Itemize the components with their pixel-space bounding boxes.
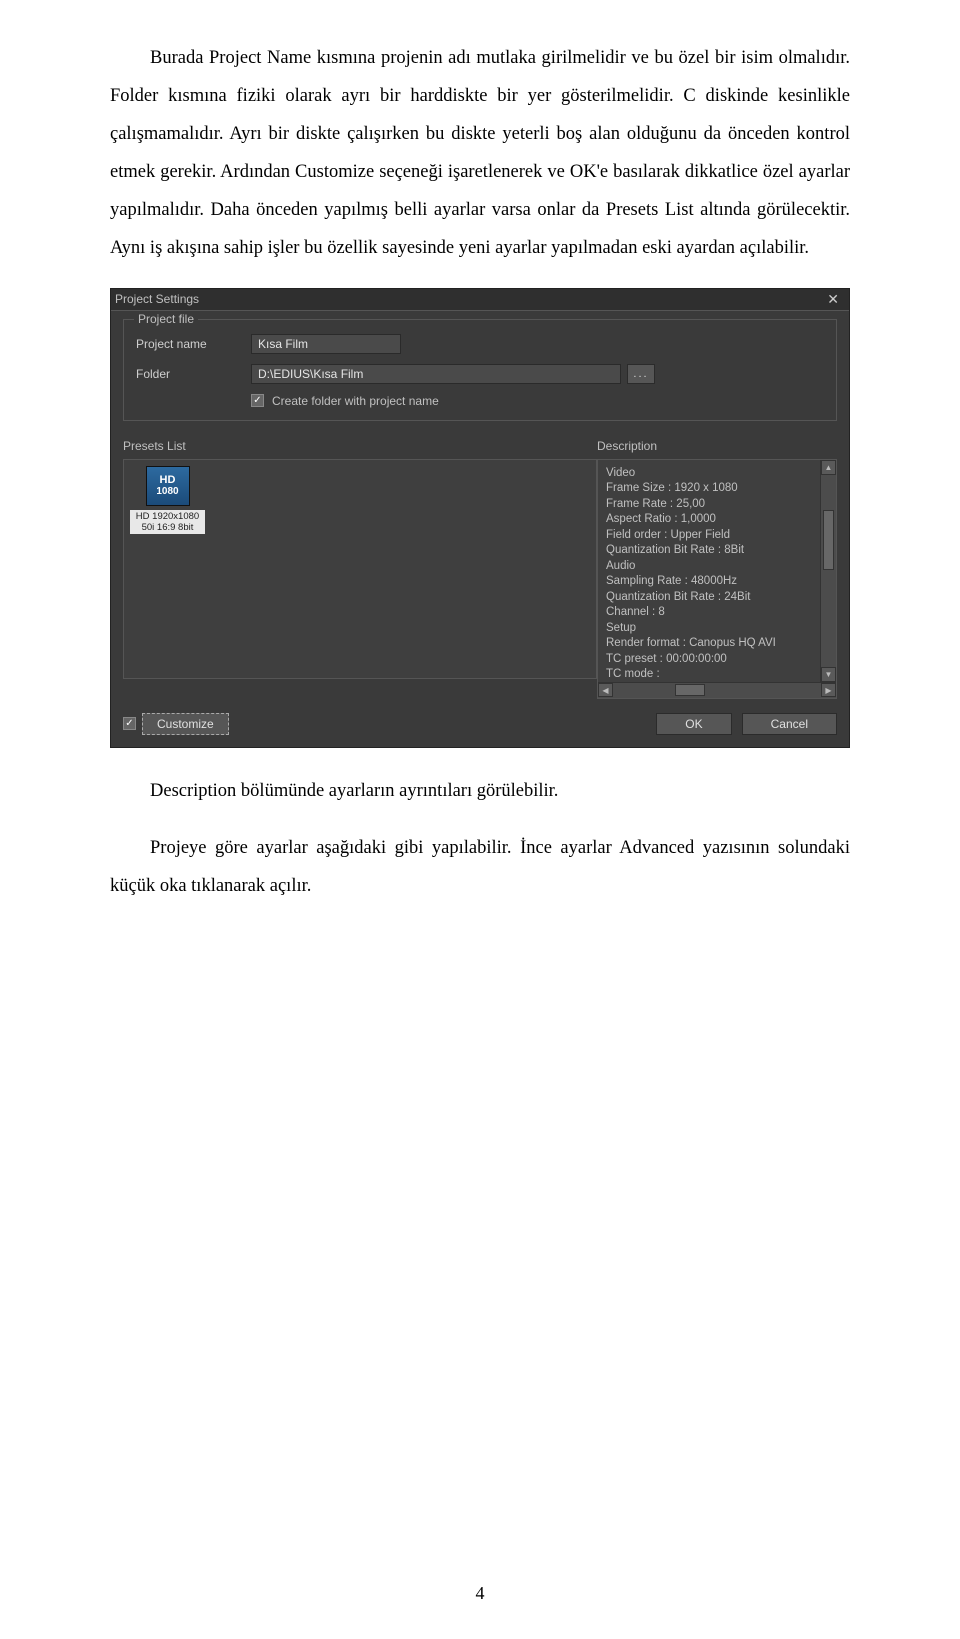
- close-icon[interactable]: ✕: [821, 291, 845, 308]
- horizontal-scroll-thumb[interactable]: [675, 684, 705, 696]
- project-settings-dialog: Project Settings ✕ Project file Project …: [110, 288, 850, 748]
- project-file-legend: Project file: [134, 312, 198, 326]
- scroll-right-arrow-icon[interactable]: ▶: [821, 683, 836, 697]
- project-name-label: Project name: [136, 337, 251, 351]
- project-file-fieldset: Project file Project name Folder ... ✓ C…: [123, 319, 837, 421]
- presets-list-box[interactable]: HD 1080 HD 1920x1080 50i 16:9 8bit: [123, 459, 597, 679]
- horizontal-scrollbar[interactable]: ◀ ▶: [598, 682, 836, 698]
- cancel-button[interactable]: Cancel: [742, 713, 837, 735]
- presets-list-label: Presets List: [123, 439, 597, 453]
- create-folder-checkbox[interactable]: ✓: [251, 394, 264, 407]
- page-number: 4: [0, 1583, 960, 1604]
- scroll-up-arrow-icon[interactable]: ▲: [821, 460, 836, 475]
- ok-button[interactable]: OK: [656, 713, 731, 735]
- customize-checkbox[interactable]: ✓: [123, 717, 136, 730]
- description-text: Video Frame Size : 1920 x 1080 Frame Rat…: [598, 460, 836, 682]
- description-box: Video Frame Size : 1920 x 1080 Frame Rat…: [597, 459, 837, 699]
- create-folder-checkbox-label: Create folder with project name: [272, 394, 439, 408]
- vertical-scroll-thumb[interactable]: [823, 510, 834, 570]
- description-label: Description: [597, 439, 837, 453]
- folder-label: Folder: [136, 367, 251, 381]
- scroll-down-arrow-icon[interactable]: ▼: [821, 667, 836, 682]
- preset-item-label: HD 1920x1080 50i 16:9 8bit: [130, 510, 205, 535]
- dialog-titlebar: Project Settings ✕: [111, 289, 849, 311]
- hd-1080-icon: HD 1080: [146, 466, 190, 506]
- scroll-left-arrow-icon[interactable]: ◀: [598, 683, 613, 697]
- folder-input[interactable]: [251, 364, 621, 384]
- project-name-input[interactable]: [251, 334, 401, 354]
- vertical-scrollbar[interactable]: ▲ ▼: [820, 460, 836, 682]
- browse-button[interactable]: ...: [627, 364, 655, 384]
- dialog-title: Project Settings: [115, 292, 199, 306]
- customize-button[interactable]: Customize: [142, 713, 229, 735]
- body-paragraph-2: Description bölümünde ayarların ayrıntıl…: [110, 773, 850, 811]
- preset-item-hd1080[interactable]: HD 1080 HD 1920x1080 50i 16:9 8bit: [130, 466, 205, 535]
- body-paragraph-3: Projeye göre ayarlar aşağıdaki gibi yapı…: [110, 830, 850, 906]
- body-paragraph-1: Burada Project Name kısmına projenin adı…: [110, 40, 850, 268]
